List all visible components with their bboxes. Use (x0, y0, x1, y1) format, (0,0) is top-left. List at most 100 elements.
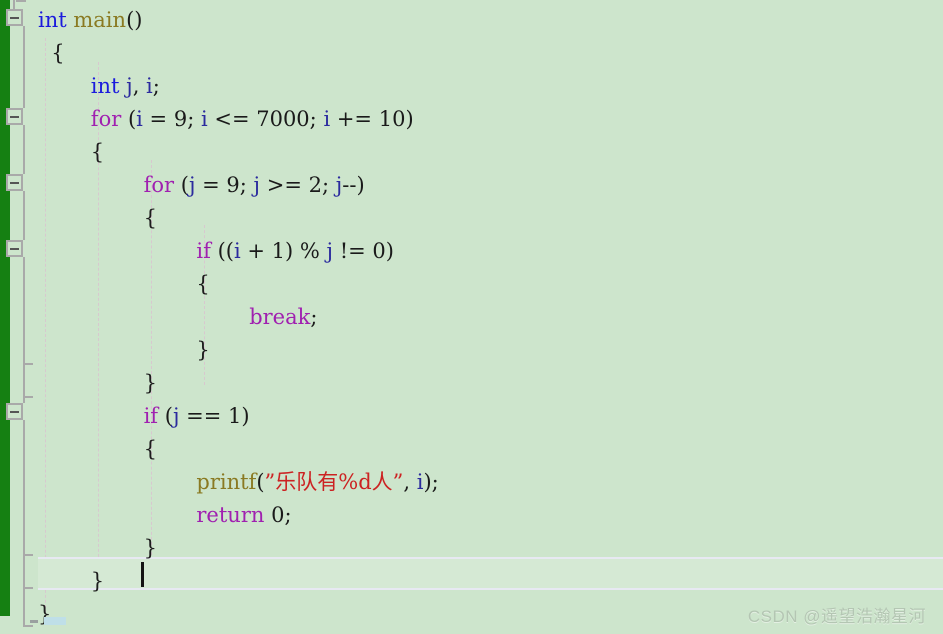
code-token: ) (405, 107, 414, 131)
code-token: += (330, 107, 379, 131)
code-line[interactable]: { (196, 268, 209, 301)
code-token: main (73, 8, 127, 32)
code-line[interactable]: for (i = 9; i <= 7000; i += 10) (91, 103, 414, 136)
code-token: i (146, 74, 153, 98)
code-token: = (195, 173, 227, 197)
code-token: if (143, 404, 159, 428)
modification-change-bar (0, 0, 10, 616)
code-token: 1 (228, 404, 242, 428)
code-line[interactable]: { (91, 136, 104, 169)
fold-toggle-for-inner[interactable] (6, 174, 23, 191)
code-token: <= (207, 107, 257, 131)
code-editor[interactable]: int main(){int j, i; for (i = 9; i <= 700… (0, 0, 943, 634)
gutter-artifact-tick (30, 620, 38, 623)
code-line[interactable]: } (144, 532, 157, 565)
fold-spine-segment (23, 554, 25, 588)
code-token: ( (174, 173, 189, 197)
code-token: 9 (173, 107, 188, 131)
code-token: ; (309, 107, 324, 131)
code-token: + (240, 239, 272, 263)
code-token: break (249, 305, 311, 329)
code-token: ; (239, 173, 254, 197)
code-token: int (38, 8, 67, 32)
code-token: printf (196, 470, 257, 494)
code-token: ; (310, 305, 318, 329)
fold-toggle-if-eq[interactable] (6, 403, 23, 420)
code-line[interactable]: } (144, 367, 157, 400)
code-token: return (196, 503, 265, 527)
code-token: ( (256, 470, 265, 494)
code-token: if (196, 239, 211, 263)
code-line[interactable]: return 0; (196, 499, 291, 532)
code-line[interactable]: int j, i; (91, 70, 160, 103)
code-token: int (90, 74, 120, 98)
code-token: 0 (372, 239, 386, 263)
code-token: 7000 (256, 107, 310, 131)
fold-spine-segment (23, 420, 25, 555)
code-token: , (132, 74, 147, 98)
code-line[interactable]: int main() (38, 4, 142, 37)
code-token: } (90, 569, 105, 593)
code-token: ; (187, 107, 201, 131)
fold-end-tick (23, 625, 33, 627)
fold-spine-segment (23, 191, 25, 240)
code-token: --) (342, 173, 365, 197)
code-token: ); (423, 470, 439, 494)
code-token: for (143, 173, 175, 197)
code-token: 0 (271, 503, 285, 527)
code-token: { (143, 206, 157, 230)
code-line[interactable]: } (91, 565, 104, 598)
code-token: ; (321, 173, 336, 197)
code-token: 1 (271, 239, 285, 263)
fold-toggle-main[interactable] (6, 9, 23, 26)
code-token: , (403, 470, 417, 494)
code-line[interactable]: if (j == 1) (144, 400, 250, 433)
selection-artifact-chip (44, 617, 66, 625)
code-token: () (126, 8, 143, 32)
code-token: ; (284, 503, 292, 527)
code-line[interactable]: { (144, 433, 157, 466)
code-token: == (179, 404, 229, 428)
fold-spine-segment (23, 257, 25, 364)
code-token: i (200, 107, 208, 131)
fold-spine-segment (23, 587, 25, 627)
code-line[interactable]: } (38, 598, 51, 631)
code-line[interactable]: if ((i + 1) % j != 0) (196, 235, 394, 268)
code-line[interactable]: { (144, 202, 157, 235)
code-token: >= (260, 173, 309, 197)
code-line[interactable]: { (51, 37, 64, 70)
code-token: i (136, 107, 143, 131)
fold-spine-segment (23, 26, 25, 108)
code-token: 10 (378, 107, 406, 131)
code-text-area[interactable]: int main(){int j, i; for (i = 9; i <= 700… (38, 0, 943, 634)
text-caret (141, 562, 144, 587)
csdn-watermark: CSDN @遥望浩瀚星河 (747, 607, 926, 626)
code-token: ( (158, 404, 173, 428)
code-token: ; (152, 74, 160, 98)
code-token: 2 (308, 173, 322, 197)
code-token: { (90, 140, 105, 164)
fold-toggle-if-mod[interactable] (6, 240, 23, 257)
fold-toggle-for-outer[interactable] (6, 108, 23, 125)
code-token: ) (385, 239, 394, 263)
code-line[interactable]: break; (249, 301, 317, 334)
code-token: } (143, 536, 157, 560)
fold-end-tick (23, 396, 33, 398)
code-token: ( (121, 107, 137, 131)
code-token: (( (210, 239, 234, 263)
code-token: for (90, 107, 122, 131)
code-line[interactable]: printf(”乐队有%d人”, i); (196, 466, 438, 499)
code-token: ) (241, 404, 250, 428)
fold-spine-segment (23, 125, 25, 174)
code-token: { (51, 41, 65, 65)
code-token: ) % (285, 239, 327, 263)
code-token: = (142, 107, 174, 131)
code-line[interactable]: for (j = 9; j >= 2; j--) (144, 169, 365, 202)
code-token: i (233, 239, 241, 263)
code-folding-gutter[interactable] (10, 0, 38, 634)
code-token: ”乐队有%d人” (264, 470, 404, 494)
code-token: } (196, 338, 210, 362)
code-token: { (196, 272, 210, 296)
code-token: 9 (226, 173, 240, 197)
code-line[interactable]: } (196, 334, 209, 367)
